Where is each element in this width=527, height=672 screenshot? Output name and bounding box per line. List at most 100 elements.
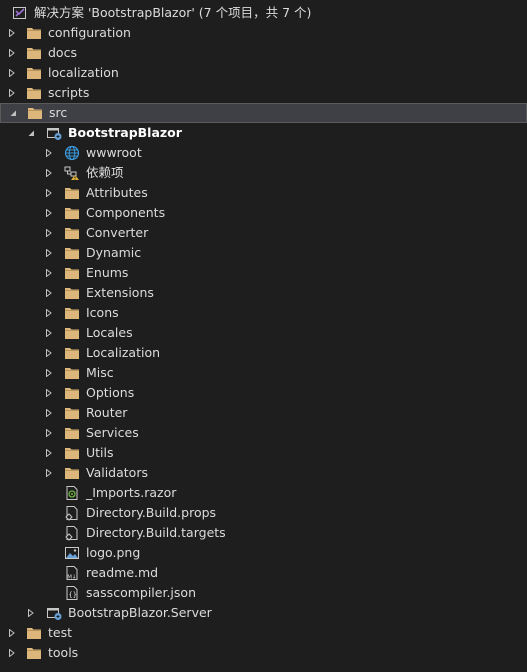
folder-icon xyxy=(64,245,80,261)
expand-chevron-icon[interactable] xyxy=(43,243,55,263)
file-label: _Imports.razor xyxy=(86,485,177,500)
folder-label: Utils xyxy=(86,445,114,460)
folder-label: Components xyxy=(86,205,166,220)
expand-chevron-icon[interactable] xyxy=(43,263,55,283)
folder-icon xyxy=(64,465,80,481)
dependencies-icon xyxy=(64,165,80,181)
tree-item-dynamic[interactable]: Dynamic xyxy=(0,243,527,263)
tree-item-directory-build-targets[interactable]: Directory.Build.targets xyxy=(0,523,527,543)
tree-item-misc[interactable]: Misc xyxy=(0,363,527,383)
folder-label: Enums xyxy=(86,265,129,280)
tree-item-localization-root[interactable]: localization xyxy=(0,63,527,83)
tree-item-tools[interactable]: tools xyxy=(0,643,527,663)
expand-chevron-icon[interactable] xyxy=(43,423,55,443)
expand-chevron-icon[interactable] xyxy=(6,623,18,643)
collapse-chevron-icon[interactable] xyxy=(25,123,37,143)
tree-item-readme-md[interactable]: M↓ readme.md xyxy=(0,563,527,583)
tree-item-project-bootstrapblazor[interactable]: BootstrapBlazor xyxy=(0,123,527,143)
folder-icon xyxy=(64,405,80,421)
tree-item-wwwroot[interactable]: wwwroot xyxy=(0,143,527,163)
expand-chevron-icon[interactable] xyxy=(43,443,55,463)
folder-icon xyxy=(64,345,80,361)
expand-chevron-icon[interactable] xyxy=(43,323,55,343)
item-label: 依赖项 xyxy=(86,165,124,180)
expand-chevron-icon[interactable] xyxy=(43,183,55,203)
expand-chevron-icon[interactable] xyxy=(43,203,55,223)
folder-icon xyxy=(64,365,80,381)
expand-chevron-icon[interactable] xyxy=(43,343,55,363)
expand-chevron-icon[interactable] xyxy=(43,143,55,163)
csharp-project-icon xyxy=(46,605,62,621)
tree-item-solution[interactable]: 解决方案 'BootstrapBlazor' (7 个项目，共 7 个) xyxy=(0,3,527,23)
solution-label: 解决方案 'BootstrapBlazor' (7 个项目，共 7 个) xyxy=(34,5,312,20)
msbuild-file-icon xyxy=(64,525,80,541)
tree-item-localization[interactable]: Localization xyxy=(0,343,527,363)
tree-item-utils[interactable]: Utils xyxy=(0,443,527,463)
file-label: readme.md xyxy=(86,565,159,580)
tree-item-project-bootstrapblazor-server[interactable]: BootstrapBlazor.Server xyxy=(0,603,527,623)
folder-label: Icons xyxy=(86,305,119,320)
folder-icon xyxy=(26,625,42,641)
tree-item-components[interactable]: Components xyxy=(0,203,527,223)
file-label: logo.png xyxy=(86,545,141,560)
expand-chevron-icon[interactable] xyxy=(43,283,55,303)
expand-chevron-icon[interactable] xyxy=(6,23,18,43)
expand-chevron-icon[interactable] xyxy=(43,303,55,323)
tree-item-services[interactable]: Services xyxy=(0,423,527,443)
item-label: wwwroot xyxy=(86,145,142,160)
tree-item-scripts[interactable]: scripts xyxy=(0,83,527,103)
expand-chevron-icon[interactable] xyxy=(6,63,18,83)
tree-item-src[interactable]: src xyxy=(0,103,527,123)
folder-label: Validators xyxy=(86,465,148,480)
expand-chevron-icon[interactable] xyxy=(6,43,18,63)
file-label: sasscompiler.json xyxy=(86,585,196,600)
json-file-icon: {} xyxy=(64,585,80,601)
tree-item-locales[interactable]: Locales xyxy=(0,323,527,343)
folder-label: test xyxy=(48,625,73,640)
tree-item-sasscompiler-json[interactable]: {} sasscompiler.json xyxy=(0,583,527,603)
folder-label: Router xyxy=(86,405,128,420)
folder-label: src xyxy=(49,105,68,120)
expand-chevron-icon[interactable] xyxy=(43,223,55,243)
folder-label: Options xyxy=(86,385,135,400)
tree-item-imports-razor[interactable]: _Imports.razor xyxy=(0,483,527,503)
image-file-icon xyxy=(64,545,80,561)
expand-chevron-icon[interactable] xyxy=(25,603,37,623)
folder-label: Dynamic xyxy=(86,245,142,260)
folder-icon xyxy=(64,445,80,461)
tree-item-test[interactable]: test xyxy=(0,623,527,643)
tree-item-attributes[interactable]: Attributes xyxy=(0,183,527,203)
tree-item-directory-build-props[interactable]: Directory.Build.props xyxy=(0,503,527,523)
expand-chevron-icon[interactable] xyxy=(43,383,55,403)
folder-icon xyxy=(64,305,80,321)
expand-chevron-icon[interactable] xyxy=(43,363,55,383)
folder-icon xyxy=(64,425,80,441)
folder-label: docs xyxy=(48,45,77,60)
folder-icon xyxy=(64,385,80,401)
folder-icon xyxy=(64,265,80,281)
expand-chevron-icon[interactable] xyxy=(6,643,18,663)
expand-chevron-icon[interactable] xyxy=(43,463,55,483)
folder-label: Misc xyxy=(86,365,114,380)
folder-icon xyxy=(26,645,42,661)
tree-item-router[interactable]: Router xyxy=(0,403,527,423)
tree-item-icons[interactable]: Icons xyxy=(0,303,527,323)
tree-item-converter[interactable]: Converter xyxy=(0,223,527,243)
tree-item-logo-png[interactable]: logo.png xyxy=(0,543,527,563)
tree-item-options[interactable]: Options xyxy=(0,383,527,403)
tree-item-dependencies[interactable]: 依赖项 xyxy=(0,163,527,183)
folder-icon xyxy=(26,25,42,41)
tree-item-docs[interactable]: docs xyxy=(0,43,527,63)
msbuild-file-icon xyxy=(64,505,80,521)
folder-icon xyxy=(26,45,42,61)
tree-item-validators[interactable]: Validators xyxy=(0,463,527,483)
expand-chevron-icon[interactable] xyxy=(43,403,55,423)
tree-item-extensions[interactable]: Extensions xyxy=(0,283,527,303)
tree-item-configuration[interactable]: configuration xyxy=(0,23,527,43)
solution-icon xyxy=(12,5,28,21)
tree-item-enums[interactable]: Enums xyxy=(0,263,527,283)
folder-label: Services xyxy=(86,425,139,440)
expand-chevron-icon[interactable] xyxy=(43,163,55,183)
collapse-chevron-icon[interactable] xyxy=(7,103,19,123)
expand-chevron-icon[interactable] xyxy=(6,83,18,103)
